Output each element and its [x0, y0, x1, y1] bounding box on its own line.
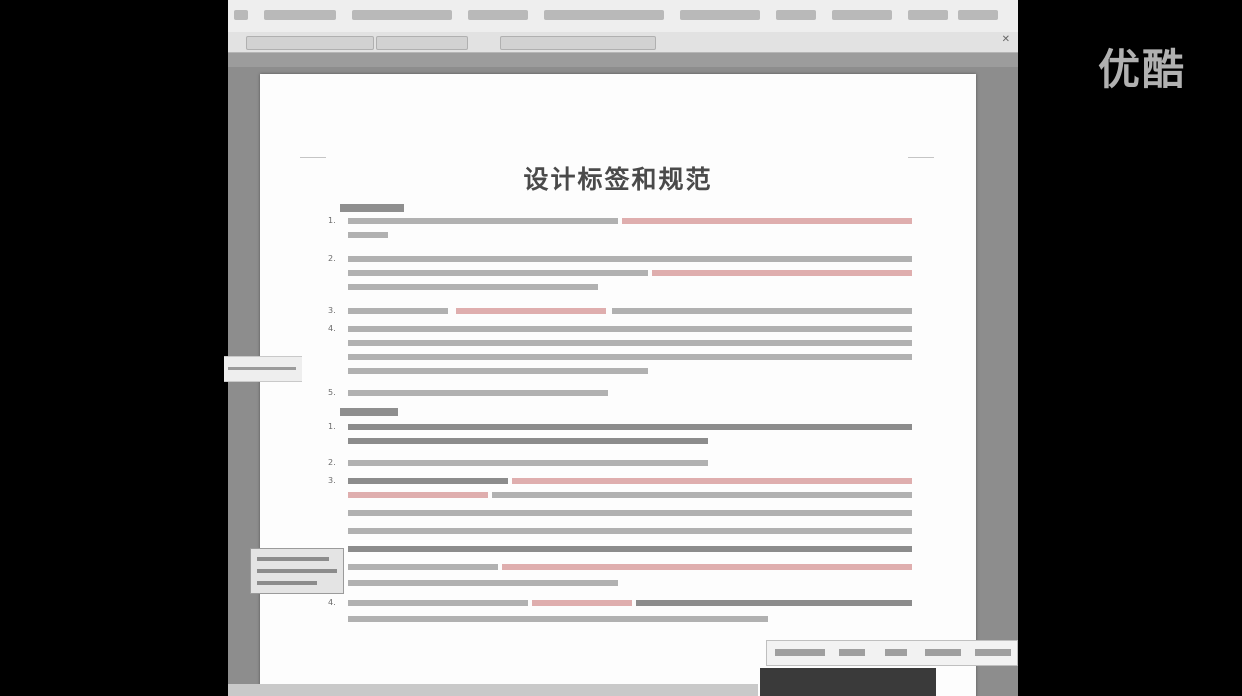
pane-label	[228, 367, 296, 370]
text-line	[348, 390, 608, 396]
toolbar-button[interactable]	[468, 10, 528, 20]
toolbar-button[interactable]	[908, 10, 948, 20]
text-line	[348, 354, 912, 360]
status-popup[interactable]	[766, 640, 1018, 666]
text-line	[612, 308, 912, 314]
toolbar-button[interactable]	[544, 10, 664, 20]
status-item[interactable]	[925, 649, 961, 656]
text-line	[348, 232, 388, 238]
text-line	[348, 284, 598, 290]
text-line	[348, 308, 448, 314]
toolbar-button[interactable]	[264, 10, 336, 20]
list-number: 4.	[328, 324, 336, 333]
text-line	[622, 218, 912, 224]
toolbar-button[interactable]	[352, 10, 452, 20]
text-line	[348, 600, 528, 606]
navigation-pane-tab[interactable]	[224, 356, 302, 382]
text-line	[348, 340, 912, 346]
document-tab[interactable]	[376, 36, 468, 50]
text-line	[456, 308, 606, 314]
text-line	[652, 270, 912, 276]
text-line	[348, 492, 488, 498]
text-line	[636, 600, 912, 606]
watermark-logo: 优酷	[1098, 45, 1187, 94]
comment-line	[257, 569, 337, 573]
quick-access-group[interactable]	[246, 36, 374, 50]
text-line	[348, 580, 618, 586]
document-tab[interactable]	[500, 36, 656, 50]
text-line	[348, 326, 912, 332]
margin-marker	[908, 157, 934, 158]
text-line	[348, 424, 912, 430]
document-title: 设计标签和规范	[523, 165, 713, 194]
section-heading	[340, 204, 404, 212]
text-line	[348, 510, 912, 516]
list-number: 1.	[328, 422, 336, 431]
comment-callout[interactable]	[250, 548, 344, 594]
comment-line	[257, 557, 329, 561]
status-bar	[228, 684, 758, 696]
toolbar-button[interactable]	[832, 10, 892, 20]
ribbon-toolbar	[228, 0, 1018, 33]
status-item[interactable]	[775, 649, 825, 656]
list-number: 3.	[328, 476, 336, 485]
toolbar-button[interactable]	[958, 10, 998, 20]
toolbar-button[interactable]	[776, 10, 816, 20]
text-line	[348, 564, 498, 570]
text-line	[348, 460, 708, 466]
document-page[interactable]: 设计标签和规范 1. 2. 3. 4. 5. 1. 2. 3. 4.	[260, 74, 976, 696]
section-heading	[340, 408, 398, 416]
text-line	[348, 546, 912, 552]
word-processor-window: ✕ 设计标签和规范 1. 2. 3. 4. 5. 1. 2. 3. 4.	[228, 0, 1018, 696]
list-number: 1.	[328, 216, 336, 225]
list-number: 3.	[328, 306, 336, 315]
text-line	[348, 256, 912, 262]
document-tab-bar: ✕	[228, 32, 1018, 53]
status-item[interactable]	[839, 649, 865, 656]
status-item[interactable]	[885, 649, 907, 656]
text-line	[532, 600, 632, 606]
video-control-strip[interactable]	[760, 668, 936, 696]
text-line	[348, 218, 618, 224]
horizontal-ruler	[228, 53, 1018, 67]
text-line	[512, 478, 912, 484]
comment-line	[257, 581, 317, 585]
text-line	[348, 438, 708, 444]
list-number: 5.	[328, 388, 336, 397]
close-icon[interactable]: ✕	[1002, 34, 1010, 45]
status-item[interactable]	[975, 649, 1011, 656]
text-line	[348, 478, 508, 484]
text-line	[492, 492, 912, 498]
text-line	[348, 270, 648, 276]
list-number: 2.	[328, 458, 336, 467]
text-line	[348, 616, 768, 622]
text-line	[502, 564, 912, 570]
toolbar-button[interactable]	[680, 10, 760, 20]
document-body[interactable]: 1. 2. 3. 4. 5. 1. 2. 3. 4.	[260, 198, 976, 696]
list-number: 2.	[328, 254, 336, 263]
margin-marker	[300, 157, 326, 158]
text-line	[348, 528, 912, 534]
text-line	[348, 368, 648, 374]
toolbar-button[interactable]	[234, 10, 248, 20]
list-number: 4.	[328, 598, 336, 607]
